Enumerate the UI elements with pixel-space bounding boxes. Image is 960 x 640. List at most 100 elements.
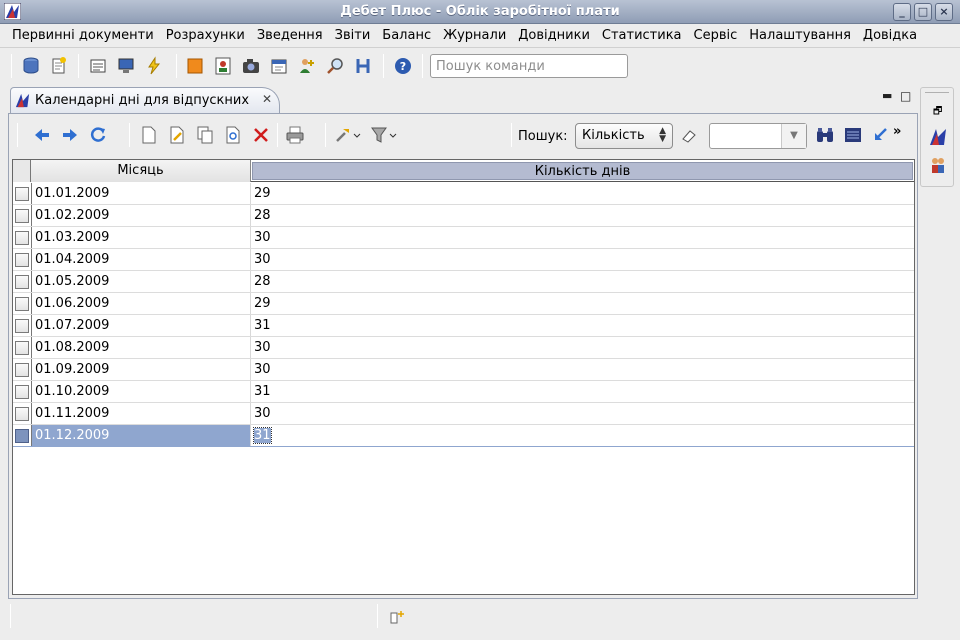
arrow-left-icon[interactable] [32, 125, 52, 145]
menu-journals[interactable]: Журнали [437, 24, 512, 47]
view-maximize-icon[interactable]: □ [900, 89, 911, 103]
cell-days-count[interactable]: 30 [251, 227, 271, 248]
tab-close-icon[interactable]: ✕ [262, 92, 272, 106]
employee-card-icon[interactable] [213, 56, 233, 76]
search-value-combo[interactable]: ▼ [709, 123, 807, 149]
restore-icon[interactable]: 🗗 [933, 104, 942, 121]
cell-days-count[interactable]: 29 [251, 183, 271, 204]
refresh-icon[interactable] [88, 125, 108, 145]
command-search-input[interactable] [430, 54, 628, 78]
cell-days-count[interactable]: 31 [251, 381, 271, 402]
row-selector[interactable] [15, 429, 29, 443]
copy-record-icon[interactable] [195, 125, 215, 145]
add-person-icon[interactable] [297, 56, 317, 76]
delete-icon[interactable] [251, 125, 271, 145]
table-row[interactable]: 01.08.2009 30 [13, 337, 914, 359]
cell-days-count[interactable]: 31 [251, 315, 271, 336]
eraser-icon[interactable] [680, 127, 698, 145]
help-icon[interactable]: ? [393, 56, 413, 76]
cell-month[interactable]: 01.05.2009 [31, 271, 251, 292]
cell-month[interactable]: 01.11.2009 [31, 403, 251, 424]
tools-dropdown-icon[interactable] [334, 125, 362, 145]
binoculars-icon[interactable] [815, 125, 835, 145]
connector-icon[interactable] [353, 56, 373, 76]
print-icon[interactable] [285, 125, 305, 145]
magnifier-icon[interactable] [325, 56, 345, 76]
new-record-icon[interactable] [139, 125, 159, 145]
row-selector[interactable] [15, 385, 29, 399]
row-selector[interactable] [15, 297, 29, 311]
table-row[interactable]: 01.12.2009 31 [13, 425, 914, 447]
return-arrow-icon[interactable] [871, 125, 891, 145]
chevron-down-icon[interactable]: ▼ [781, 124, 806, 148]
list-window-icon[interactable] [88, 56, 108, 76]
row-selector[interactable] [15, 341, 29, 355]
cell-days-count[interactable]: 30 [251, 337, 271, 358]
row-selector[interactable] [15, 187, 29, 201]
cell-month[interactable]: 01.08.2009 [31, 337, 251, 358]
table-row[interactable]: 01.02.2009 28 [13, 205, 914, 227]
table-row[interactable]: 01.06.2009 29 [13, 293, 914, 315]
filter-dropdown-icon[interactable] [370, 125, 398, 145]
cell-month[interactable]: 01.06.2009 [31, 293, 251, 314]
cell-days-count[interactable]: 29 [251, 293, 271, 314]
table-row[interactable]: 01.05.2009 28 [13, 271, 914, 293]
cell-month[interactable]: 01.07.2009 [31, 315, 251, 336]
table-row[interactable]: 01.03.2009 30 [13, 227, 914, 249]
row-selector[interactable] [15, 363, 29, 377]
arrow-right-icon[interactable] [60, 125, 80, 145]
lightning-icon[interactable] [144, 56, 164, 76]
menu-primary-documents[interactable]: Первинні документи [0, 24, 160, 47]
row-selector[interactable] [15, 253, 29, 267]
table-row[interactable]: 01.10.2009 31 [13, 381, 914, 403]
close-button[interactable]: × [935, 3, 953, 21]
view-minimize-icon[interactable]: ▬ [882, 89, 892, 102]
table-row[interactable]: 01.07.2009 31 [13, 315, 914, 337]
cell-days-count[interactable]: 28 [251, 271, 271, 292]
tab-vacation-calendar-days[interactable]: Календарні дні для відпускних ✕ [10, 87, 280, 113]
cell-month[interactable]: 01.01.2009 [31, 183, 251, 204]
cell-days-count[interactable]: 30 [251, 359, 271, 380]
cell-days-count[interactable]: 30 [251, 403, 271, 424]
cell-month[interactable]: 01.09.2009 [31, 359, 251, 380]
calendar-icon[interactable] [269, 56, 289, 76]
app-logo-icon[interactable] [929, 128, 947, 146]
table-row[interactable]: 01.11.2009 30 [13, 403, 914, 425]
new-window-icon[interactable] [389, 609, 405, 625]
chevron-more-icon[interactable]: » [893, 124, 901, 139]
new-document-icon[interactable] [49, 56, 69, 76]
view-record-icon[interactable] [223, 125, 243, 145]
list-view-icon[interactable] [843, 125, 863, 145]
cell-days-count[interactable]: 31 [251, 425, 272, 446]
menu-balance[interactable]: Баланс [376, 24, 437, 47]
table-row[interactable]: 01.04.2009 30 [13, 249, 914, 271]
cell-month[interactable]: 01.03.2009 [31, 227, 251, 248]
menu-service[interactable]: Сервіс [688, 24, 744, 47]
search-field-select[interactable]: Кількість ▲ ▼ [575, 123, 673, 149]
menu-directories[interactable]: Довідники [512, 24, 596, 47]
column-header-month[interactable]: Місяць [31, 160, 251, 182]
cell-days-count[interactable]: 28 [251, 205, 271, 226]
select-all-corner[interactable] [13, 160, 31, 182]
menu-reports[interactable]: Звіти [329, 24, 377, 47]
table-row[interactable]: 01.01.2009 29 [13, 183, 914, 205]
menu-summaries[interactable]: Зведення [251, 24, 329, 47]
row-selector[interactable] [15, 275, 29, 289]
cell-month[interactable]: 01.04.2009 [31, 249, 251, 270]
menu-statistics[interactable]: Статистика [596, 24, 688, 47]
row-selector[interactable] [15, 407, 29, 421]
maximize-button[interactable]: □ [914, 3, 932, 21]
row-selector[interactable] [15, 231, 29, 245]
orange-square-icon[interactable] [185, 56, 205, 76]
column-header-days-count[interactable]: Кількість днів [252, 162, 913, 180]
cell-month[interactable]: 01.12.2009 [31, 425, 251, 446]
menu-calculations[interactable]: Розрахунки [160, 24, 251, 47]
cell-month[interactable]: 01.10.2009 [31, 381, 251, 402]
table-row[interactable]: 01.09.2009 30 [13, 359, 914, 381]
cell-month[interactable]: 01.02.2009 [31, 205, 251, 226]
menu-settings[interactable]: Налаштування [743, 24, 857, 47]
edit-record-icon[interactable] [167, 125, 187, 145]
minimize-button[interactable]: _ [893, 3, 911, 21]
menu-help[interactable]: Довідка [857, 24, 923, 47]
cell-days-count[interactable]: 30 [251, 249, 271, 270]
